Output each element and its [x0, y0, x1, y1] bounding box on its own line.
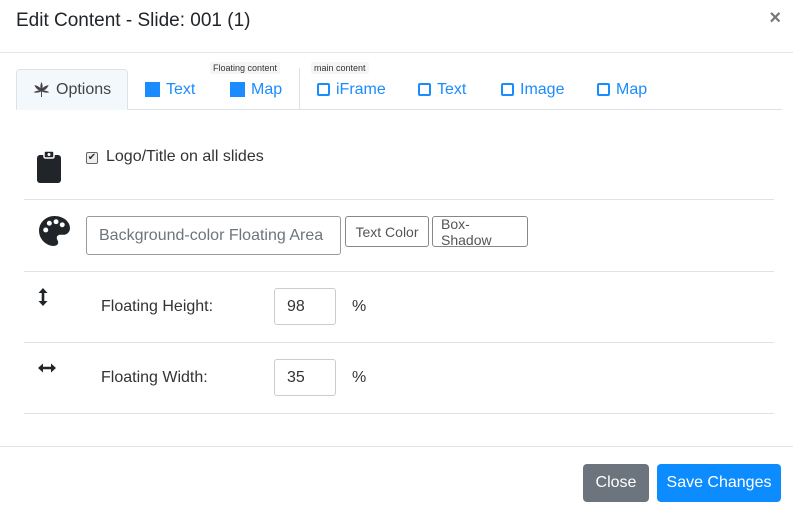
floating-height-row: Floating Height: 98 %: [24, 272, 774, 343]
tab-floating-map[interactable]: Map: [230, 69, 282, 110]
close-icon[interactable]: ×: [769, 7, 781, 29]
colors-row: Background-color Floating Area Text Colo…: [24, 200, 774, 272]
modal-header: Edit Content - Slide: 001 (1) ×: [0, 0, 793, 53]
tab-bar: Floating content main content Options Te…: [16, 62, 782, 110]
vertical-arrows-icon: [38, 288, 48, 306]
leaf-icon: [33, 82, 50, 97]
tab-main-image[interactable]: Image: [501, 69, 564, 110]
clipboard-icon: [37, 150, 61, 183]
tab-floating-map-label: Map: [251, 80, 283, 98]
modal-footer: Close Save Changes: [0, 446, 793, 513]
floating-height-label: Floating Height:: [101, 298, 214, 315]
floating-width-row: Floating Width: 35 %: [24, 343, 774, 414]
unchecked-square-icon: [597, 83, 610, 96]
floating-height-unit: %: [352, 298, 367, 315]
tab-main-map-label: Map: [616, 80, 648, 98]
palette-icon: [39, 216, 70, 246]
unchecked-square-icon: [418, 83, 431, 96]
floating-height-input[interactable]: 98: [274, 288, 336, 325]
unchecked-square-icon: [317, 83, 330, 96]
floating-width-label: Floating Width:: [101, 369, 208, 386]
background-color-input[interactable]: Background-color Floating Area: [86, 216, 341, 255]
tab-main-map[interactable]: Map: [597, 69, 647, 110]
save-changes-button[interactable]: Save Changes: [657, 464, 781, 502]
checked-square-icon: [230, 82, 245, 97]
tab-options[interactable]: Options: [16, 69, 129, 110]
modal-title: Edit Content - Slide: 001 (1): [16, 10, 251, 31]
logo-title-checkbox-label: Logo/Title on all slides: [106, 148, 264, 165]
tab-floating-text-label: Text: [166, 80, 196, 98]
text-color-button[interactable]: Text Color: [345, 216, 429, 247]
logo-title-checkbox[interactable]: ✔: [86, 152, 98, 164]
tab-main-text-label: Text: [437, 80, 467, 98]
tab-main-iframe-label: iFrame: [336, 80, 386, 98]
floating-width-input[interactable]: 35: [274, 359, 336, 396]
tab-group-divider: [299, 68, 300, 110]
floating-width-unit: %: [352, 369, 367, 386]
tab-main-image-label: Image: [520, 80, 565, 98]
horizontal-arrows-icon: [38, 363, 56, 373]
box-shadow-button[interactable]: Box-Shadow: [432, 216, 528, 248]
tab-options-label: Options: [56, 80, 112, 98]
unchecked-square-icon: [501, 83, 514, 96]
edit-content-modal: Edit Content - Slide: 001 (1) × Floating…: [0, 0, 793, 513]
close-button[interactable]: Close: [583, 464, 649, 502]
tab-floating-text[interactable]: Text: [145, 69, 195, 110]
logo-row: ✔ Logo/Title on all slides: [24, 134, 774, 200]
checked-square-icon: [145, 82, 160, 97]
tab-main-iframe[interactable]: iFrame: [317, 69, 386, 110]
tab-main-text[interactable]: Text: [418, 69, 466, 110]
